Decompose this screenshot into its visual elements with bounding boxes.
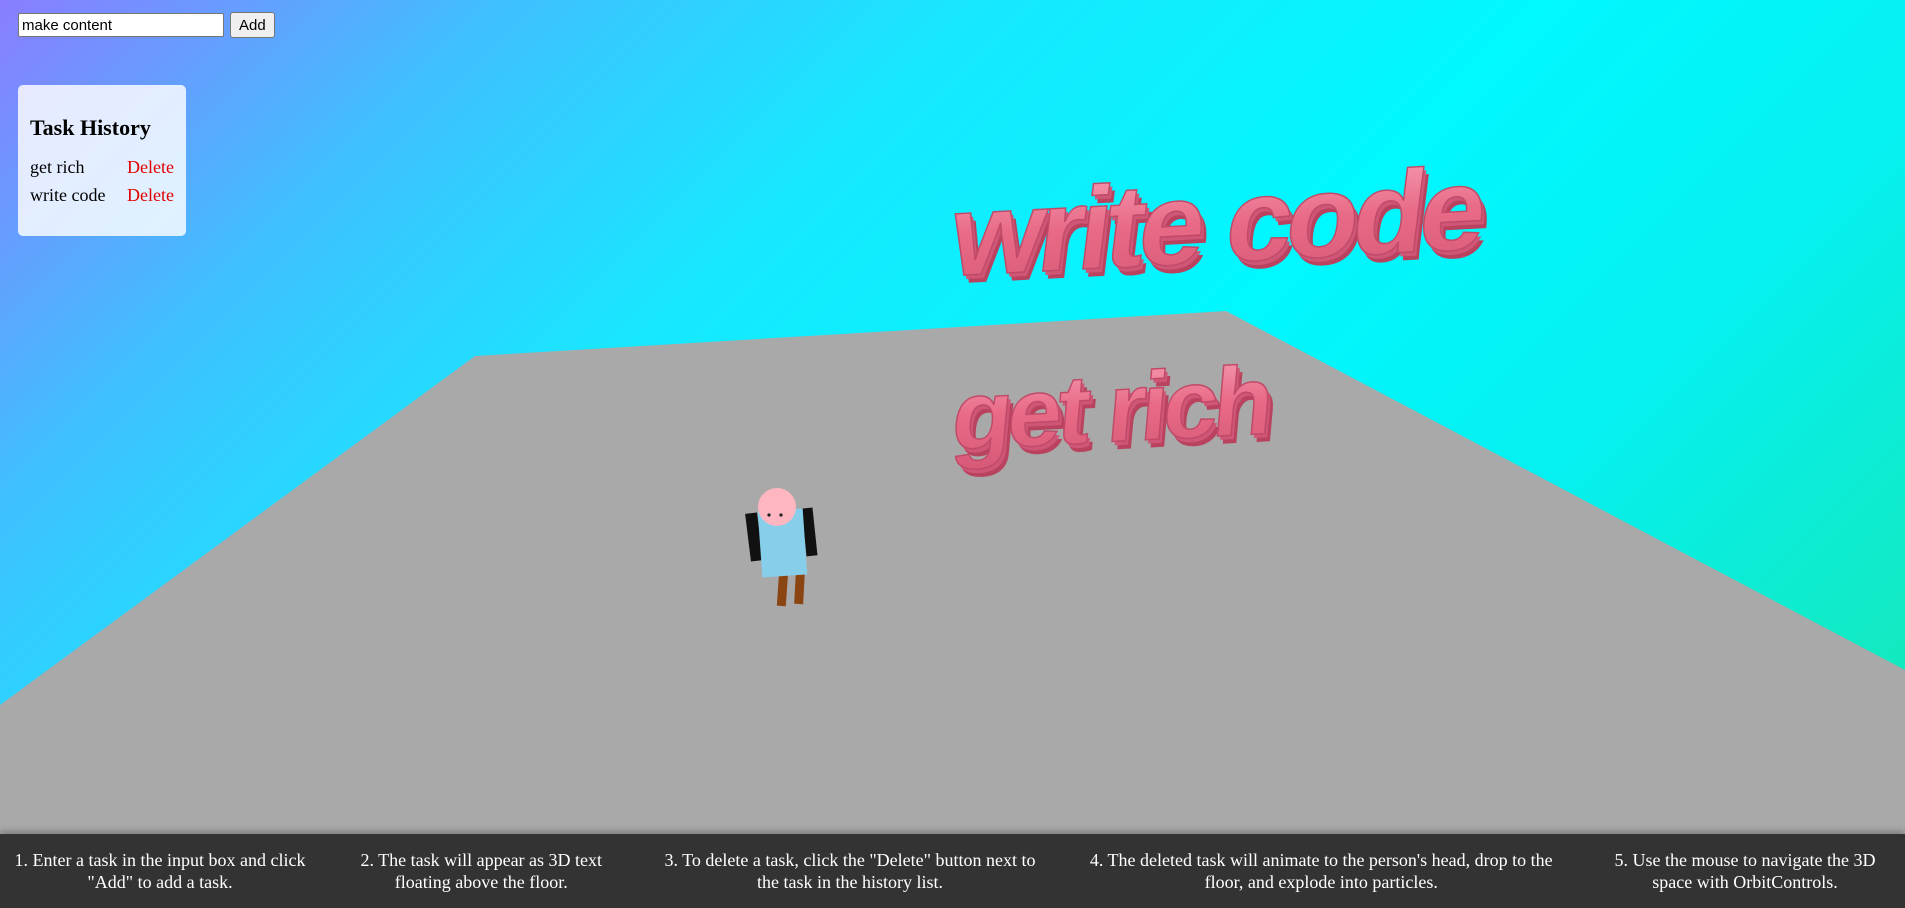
instruction-step-5: 5. Use the mouse to navigate the 3D spac… — [1614, 850, 1876, 892]
person-head — [758, 488, 796, 526]
history-item-label: get rich — [30, 157, 85, 177]
task-history-list: get rich Delete write code Delete — [30, 153, 174, 209]
person-right-leg — [794, 571, 805, 605]
history-item-write-code: write code Delete — [30, 181, 174, 209]
svg-text:get rich: get rich — [948, 345, 1273, 471]
delete-button-get-rich[interactable]: Delete — [127, 153, 174, 181]
person-right-eye — [779, 513, 783, 517]
instruction-step-1: 1. Enter a task in the input box and cli… — [14, 850, 306, 892]
floating-text-get-rich: get rich get rich get rich — [947, 344, 1279, 478]
history-item-label: write code — [30, 185, 106, 205]
person-left-eye — [767, 513, 771, 517]
add-button[interactable]: Add — [230, 12, 275, 38]
floor-plane — [0, 311, 1905, 834]
instruction-step-4: 4. The deleted task will animate to the … — [1089, 850, 1553, 892]
3d-scene-canvas[interactable]: write code write code write code get ric… — [0, 0, 1905, 908]
floating-text-write-code: write code write code write code — [943, 142, 1497, 310]
task-history-title: Task History — [30, 115, 151, 140]
history-item-get-rich: get rich Delete — [30, 153, 174, 181]
task-form: Add — [18, 12, 275, 38]
task-history-panel: Task History get rich Delete write code … — [18, 85, 186, 236]
delete-button-write-code[interactable]: Delete — [127, 181, 174, 209]
instructions-bar: 1. Enter a task in the input box and cli… — [0, 834, 1905, 908]
instruction-step-2: 2. The task will appear as 3D text float… — [360, 850, 603, 892]
instruction-step-3: 3. To delete a task, click the "Delete" … — [664, 850, 1036, 892]
task-input[interactable] — [18, 13, 224, 37]
